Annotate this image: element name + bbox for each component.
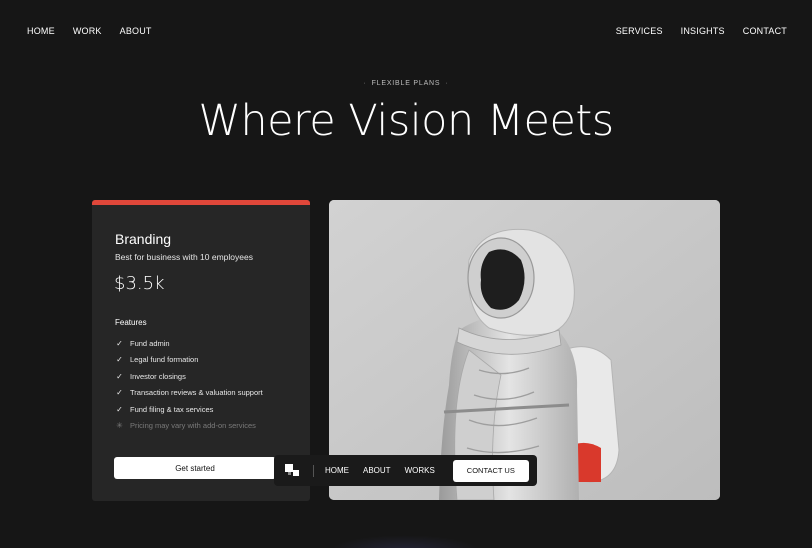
list-item: ✓ Fund filing & tax services <box>115 401 263 418</box>
floating-nav-bar: HOME ABOUT WORKS CONTACT US <box>274 455 537 486</box>
bottom-glow <box>330 535 480 548</box>
section-eyebrow: · FLEXIBLE PLANS · <box>0 80 812 87</box>
feature-label: Transaction reviews & valuation support <box>130 388 263 398</box>
nav-divider <box>313 464 314 477</box>
pricing-note: ✳ Pricing may vary with add-on services <box>115 418 263 435</box>
check-icon: ✓ <box>116 355 123 365</box>
nav-services-link[interactable]: SERVICES <box>616 26 663 36</box>
nav-work-link[interactable]: WORK <box>73 26 102 36</box>
feature-label: Fund filing & tax services <box>130 404 214 414</box>
note-label: Pricing may vary with add-on services <box>130 421 256 431</box>
feature-label: Legal fund formation <box>130 355 199 365</box>
check-icon: ✓ <box>116 388 123 398</box>
check-icon: ✓ <box>116 371 123 381</box>
floating-nav-home[interactable]: HOME <box>325 466 349 475</box>
features-heading: Features <box>115 318 147 327</box>
eyebrow-dot-right: · <box>445 80 449 87</box>
hero-title: Where Vision Meets <box>198 96 614 146</box>
nav-about-link[interactable]: ABOUT <box>120 26 152 36</box>
contact-us-button[interactable]: CONTACT US <box>452 459 529 482</box>
floating-nav-about[interactable]: ABOUT <box>363 466 391 475</box>
feature-label: Investor closings <box>130 371 186 381</box>
eyebrow-dot-left: · <box>363 80 367 87</box>
asterisk-icon: ✳ <box>116 421 123 431</box>
check-icon: ✓ <box>116 404 123 414</box>
list-item: ✓ Investor closings <box>115 368 263 385</box>
top-nav-right: SERVICES INSIGHTS CONTACT <box>616 26 787 36</box>
eyebrow-text: FLEXIBLE PLANS <box>371 80 441 87</box>
nav-home-link[interactable]: HOME <box>27 26 55 36</box>
features-list: ✓ Fund admin ✓ Legal fund formation ✓ Inves… <box>115 335 263 434</box>
list-item: ✓ Fund admin <box>115 335 263 352</box>
check-icon: ✓ <box>116 338 123 348</box>
plan-name: Branding <box>115 231 172 247</box>
top-nav-left: HOME WORK ABOUT <box>27 26 152 36</box>
list-item: ✓ Transaction reviews & valuation support <box>115 385 263 402</box>
floating-nav-works[interactable]: WORKS <box>405 466 435 475</box>
plan-price: $3.5k <box>114 273 165 294</box>
card-accent-bar <box>92 200 310 205</box>
feature-label: Fund admin <box>130 338 170 348</box>
pixel-logo-graphic <box>285 463 299 476</box>
pixel-logo-icon[interactable] <box>285 463 303 478</box>
nav-contact-link[interactable]: CONTACT <box>743 26 787 36</box>
nav-insights-link[interactable]: INSIGHTS <box>681 26 725 36</box>
plan-subtitle: Best for business with 10 employees <box>115 252 253 262</box>
list-item: ✓ Legal fund formation <box>115 352 263 369</box>
get-started-button[interactable]: Get started <box>114 457 276 479</box>
